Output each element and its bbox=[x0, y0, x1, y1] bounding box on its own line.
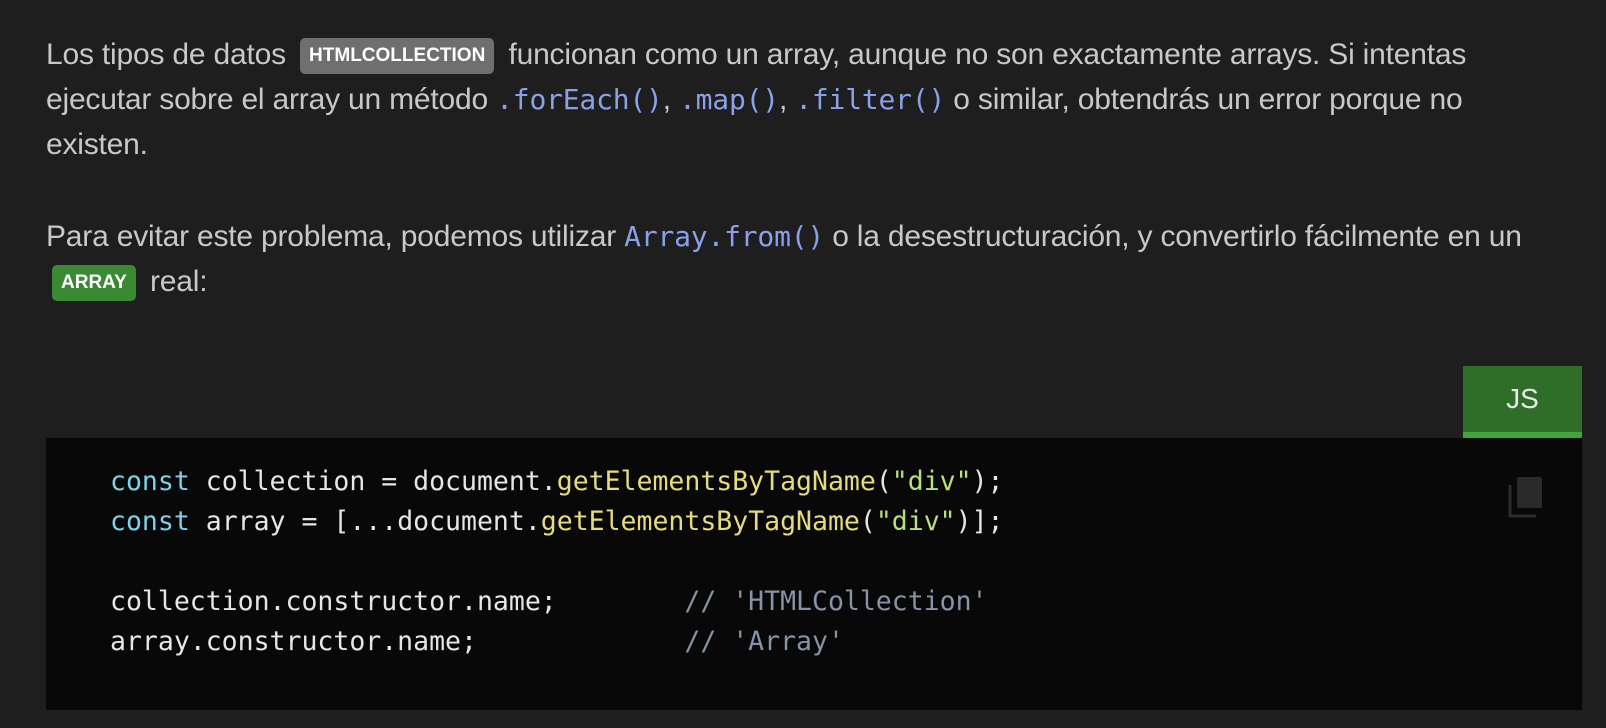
inline-code-map: .map() bbox=[678, 83, 779, 116]
inline-code-array-from: Array.from() bbox=[624, 220, 825, 253]
code-token: getElementsByTagName bbox=[556, 466, 876, 497]
copy-icon-svg bbox=[1508, 477, 1542, 518]
p1-comma-2: , bbox=[778, 83, 788, 116]
code-token: const bbox=[110, 506, 190, 537]
code-token: const bbox=[110, 466, 190, 497]
code-token: collection.constructor.name; bbox=[110, 586, 685, 617]
code-token: ); bbox=[971, 466, 1004, 497]
code-line: array.constructor.name; // 'Array' bbox=[110, 622, 1004, 662]
code-block: const collection = document.getElementsB… bbox=[46, 438, 1582, 710]
code-token: collection = document. bbox=[189, 466, 557, 497]
p1-comma-1: , bbox=[662, 83, 671, 116]
code-token: ( bbox=[875, 466, 892, 497]
code-lines: const collection = document.getElementsB… bbox=[110, 462, 1004, 662]
p1-text-1: Los tipos de datos bbox=[46, 38, 286, 71]
article-content: Los tipos de datos HTMLCOLLECTION funcio… bbox=[0, 0, 1606, 728]
p2-text-1: Para evitar este problema, podemos utili… bbox=[46, 220, 617, 253]
code-line: const collection = document.getElementsB… bbox=[110, 462, 1004, 502]
array-tag: ARRAY bbox=[52, 265, 136, 301]
code-token: ( bbox=[859, 506, 876, 537]
paragraph-htmlcollection: Los tipos de datos HTMLCOLLECTION funcio… bbox=[46, 32, 1566, 167]
code-token: // 'HTMLCollection' bbox=[684, 586, 988, 617]
code-token: array = [...document. bbox=[189, 506, 541, 537]
copy-icon[interactable] bbox=[1508, 476, 1544, 518]
code-token: "div" bbox=[891, 466, 972, 497]
p2-text-3: real: bbox=[149, 265, 208, 298]
code-line: const array = [...document.getElementsBy… bbox=[110, 502, 1004, 542]
paragraph-array-from: Para evitar este problema, podemos utili… bbox=[46, 214, 1566, 304]
inline-code-filter: .filter() bbox=[795, 83, 946, 116]
language-tab-js[interactable]: JS bbox=[1463, 366, 1582, 438]
code-line: collection.constructor.name; // 'HTMLCol… bbox=[110, 582, 1004, 622]
p2-text-2: o la desestructuración, y convertirlo fá… bbox=[832, 220, 1522, 253]
code-token: array.constructor.name; bbox=[110, 626, 685, 657]
code-token: "div" bbox=[875, 506, 956, 537]
inline-code-foreach: .forEach() bbox=[496, 83, 663, 116]
code-token: getElementsByTagName bbox=[540, 506, 860, 537]
htmlcollection-tag: HTMLCOLLECTION bbox=[300, 38, 495, 74]
code-token: // 'Array' bbox=[684, 626, 844, 657]
code-token: )]; bbox=[955, 506, 1004, 537]
